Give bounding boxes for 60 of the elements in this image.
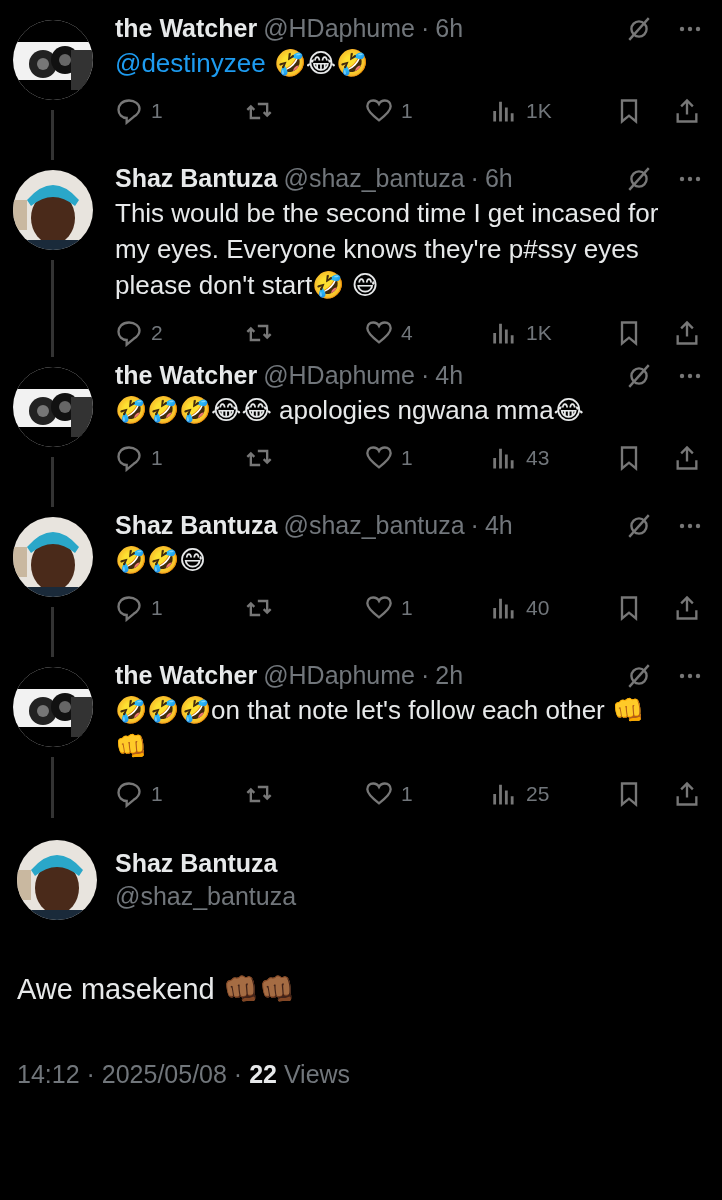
- like-count: 4: [401, 321, 413, 345]
- post-time: 6h: [435, 14, 464, 43]
- reply-icon[interactable]: [115, 444, 143, 472]
- view-count: 40: [526, 596, 550, 620]
- reply-count: 1: [151, 596, 163, 620]
- author-name[interactable]: the Watcher: [115, 661, 258, 690]
- more-icon[interactable]: [678, 371, 702, 380]
- post-meta: 14:12 · 2025/05/08 · 22 Views: [17, 1060, 352, 1089]
- reply-text: This would be the second time I get incased for my eyes. Everyone knows they're p#ssy eyes please don't start🤣 😅: [115, 198, 659, 300]
- author-name[interactable]: the Watcher: [115, 14, 258, 43]
- slashed-circle-icon[interactable]: [626, 512, 652, 539]
- reply-count: 2: [151, 321, 163, 345]
- reply-text: 🤣😂🤣: [273, 48, 369, 78]
- author-handle[interactable]: @HDaphume: [263, 661, 415, 690]
- reply-icon[interactable]: [115, 780, 143, 808]
- more-icon[interactable]: [678, 671, 702, 680]
- more-icon[interactable]: [678, 24, 702, 33]
- like-count: 1: [401, 596, 413, 620]
- slashed-circle-icon[interactable]: [626, 662, 652, 689]
- separator-dot: ·: [470, 164, 479, 193]
- slashed-circle-icon[interactable]: [626, 15, 652, 42]
- more-icon[interactable]: [678, 521, 702, 530]
- author-name[interactable]: Shaz Bantuza: [115, 511, 278, 540]
- author-handle[interactable]: @HDaphume: [263, 14, 415, 43]
- like-count: 1: [401, 782, 413, 806]
- separator-dot: ·: [421, 661, 430, 690]
- post-time: 4h: [435, 361, 464, 390]
- author-name[interactable]: Shaz Bantuza: [115, 849, 297, 878]
- post-time: 6h: [484, 164, 513, 193]
- reply-text: 🤣🤣😅: [115, 545, 207, 575]
- author-handle[interactable]: @shaz_bantuza: [283, 164, 465, 193]
- reply-count: 1: [151, 446, 163, 470]
- reply-icon[interactable]: [115, 594, 143, 622]
- separator-dot: ·: [421, 14, 430, 43]
- separator-dot: ·: [470, 511, 479, 540]
- author-name[interactable]: the Watcher: [115, 361, 258, 390]
- post-time: 4h: [484, 511, 513, 540]
- view-count: 25: [526, 782, 550, 806]
- author-handle[interactable]: @HDaphume: [263, 361, 415, 390]
- reply-count: 1: [151, 782, 163, 806]
- post-text: Awe masekend 👊🏾👊🏾: [17, 972, 296, 1006]
- like-count: 1: [401, 99, 413, 123]
- reply-icon[interactable]: [115, 319, 143, 347]
- view-count: 43: [526, 446, 550, 470]
- separator-dot: ·: [421, 361, 430, 390]
- reply-text: 🤣🤣🤣on that note let's follow each other 👊👊: [115, 695, 644, 761]
- mention-link[interactable]: @destinyzee: [115, 48, 266, 78]
- author-handle[interactable]: @shaz_bantuza: [283, 511, 465, 540]
- more-icon[interactable]: [678, 174, 702, 183]
- slashed-circle-icon[interactable]: [626, 165, 652, 192]
- author-name[interactable]: Shaz Bantuza: [115, 164, 278, 193]
- reply-icon[interactable]: [115, 97, 143, 125]
- author-handle[interactable]: @shaz_bantuza: [115, 882, 297, 911]
- view-count: 1K: [526, 99, 552, 123]
- slashed-circle-icon[interactable]: [626, 362, 652, 389]
- reply-text: 🤣🤣🤣😂😂 apologies ngwana mma😂: [115, 395, 584, 425]
- post-time: 2h: [435, 661, 464, 690]
- view-count: 1K: [526, 321, 552, 345]
- like-count: 1: [401, 446, 413, 470]
- reply-count: 1: [151, 99, 163, 123]
